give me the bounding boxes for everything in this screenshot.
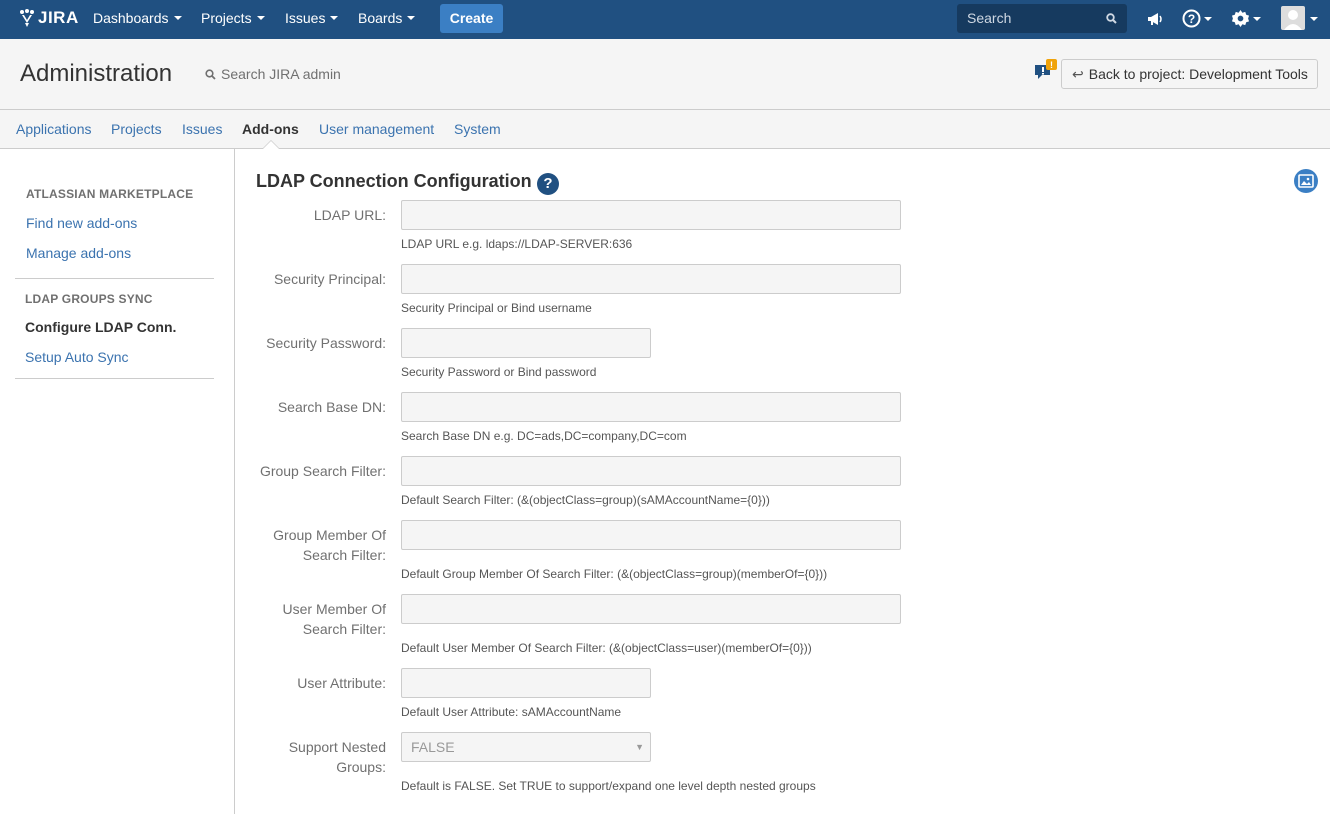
megaphone-icon[interactable] xyxy=(1146,10,1164,28)
group-search-filter-input[interactable] xyxy=(401,456,901,486)
chevron-down-icon xyxy=(256,16,265,21)
back-to-project-button[interactable]: ↩ Back to project: Development Tools xyxy=(1061,59,1318,89)
group-member-of-label-line2: Search Filter: xyxy=(302,547,386,563)
ldap-url-input[interactable] xyxy=(401,200,901,230)
nav-dashboards[interactable]: Dashboards xyxy=(93,0,182,39)
nav-issues[interactable]: Issues xyxy=(285,0,339,39)
admin-header: Administration Search JIRA admin ! ↩ Back… xyxy=(0,39,1330,110)
nav-projects[interactable]: Projects xyxy=(201,0,265,39)
security-password-description: Security Password or Bind password xyxy=(401,365,597,379)
ldap-config-title: LDAP Connection Configuration xyxy=(256,171,532,191)
user-member-of-search-filter-label: User Member Of Search Filter: xyxy=(256,599,386,639)
chevron-down-icon xyxy=(330,16,339,21)
gear-icon xyxy=(1231,9,1250,28)
group-member-of-search-filter-label: Group Member Of Search Filter: xyxy=(256,525,386,565)
page-title: Administration xyxy=(20,60,173,87)
help-icon[interactable]: ? xyxy=(537,173,559,195)
tab-issues[interactable]: Issues xyxy=(182,121,222,137)
user-member-of-label-line2: Search Filter: xyxy=(302,621,386,637)
sidebar-item-find-new-add-ons[interactable]: Find new add-ons xyxy=(26,215,137,231)
jira-logo[interactable]: JIRA xyxy=(18,8,79,28)
sidebar: ATLASSIAN MARKETPLACE Find new add-ons M… xyxy=(0,149,235,814)
security-principal-label: Security Principal: xyxy=(273,271,386,287)
logo-text: JIRA xyxy=(38,8,79,27)
back-arrow-icon: ↩ xyxy=(1072,66,1084,82)
support-nested-groups-description: Default is FALSE. Set TRUE to support/ex… xyxy=(401,779,816,793)
search-base-dn-description: Search Base DN e.g. DC=ads,DC=company,DC… xyxy=(401,429,687,443)
support-nested-label-line2: Groups: xyxy=(336,759,386,775)
tab-system[interactable]: System xyxy=(454,121,501,137)
security-password-label: Security Password: xyxy=(266,335,386,351)
back-to-project-label: Back to project: Development Tools xyxy=(1088,66,1308,82)
admin-search-label: Search JIRA admin xyxy=(221,66,341,82)
user-attribute-description: Default User Attribute: sAMAccountName xyxy=(401,705,622,719)
sidebar-item-manage-add-ons[interactable]: Manage add-ons xyxy=(26,245,131,261)
jira-logo-icon xyxy=(20,9,34,27)
chevron-down-icon xyxy=(1253,17,1261,21)
security-principal-description: Security Principal or Bind username xyxy=(401,301,592,315)
group-member-of-label-line1: Group Member Of xyxy=(273,527,386,543)
sidebar-item-setup-auto-sync[interactable]: Setup Auto Sync xyxy=(25,349,129,365)
sidebar-heading-ldap-groups-sync: LDAP GROUPS SYNC xyxy=(25,292,153,306)
search-base-dn-input[interactable] xyxy=(401,392,901,422)
avatar-icon xyxy=(1281,6,1305,30)
feedback-button[interactable]: ! xyxy=(1034,59,1058,86)
feedback-icon: ! xyxy=(1035,59,1057,79)
ldap-url-label: LDAP URL: xyxy=(313,207,386,223)
dropdown-icon: ▼ xyxy=(635,742,644,752)
help-menu[interactable]: ? xyxy=(1182,9,1212,31)
ldap-url-description: LDAP URL e.g. ldaps://LDAP-SERVER:636 xyxy=(401,237,633,251)
search-icon xyxy=(1106,13,1117,24)
support-nested-groups-select[interactable]: FALSE ▼ xyxy=(401,732,651,762)
feedback-badge: ! xyxy=(1050,60,1053,70)
nav-dashboards-label: Dashboards xyxy=(93,10,169,26)
chevron-down-icon xyxy=(1204,17,1212,21)
security-password-input[interactable] xyxy=(401,328,651,358)
group-member-of-search-filter-input[interactable] xyxy=(401,520,901,550)
tab-applications[interactable]: Applications xyxy=(16,121,92,137)
support-nested-label-line1: Support Nested xyxy=(288,739,386,755)
search-icon xyxy=(205,68,216,80)
chevron-down-icon xyxy=(407,16,416,21)
group-member-of-search-filter-description: Default Group Member Of Search Filter: (… xyxy=(401,567,828,581)
sidebar-divider xyxy=(15,378,214,379)
nav-issues-label: Issues xyxy=(285,10,326,26)
group-search-filter-description: Default Search Filter: (&(objectClass=gr… xyxy=(401,493,770,507)
support-nested-groups-label: Support Nested Groups: xyxy=(256,737,386,777)
admin-search-link[interactable]: Search JIRA admin xyxy=(205,66,341,82)
nav-boards[interactable]: Boards xyxy=(358,0,416,39)
search-input[interactable]: Search xyxy=(957,4,1127,33)
create-button[interactable]: Create xyxy=(440,4,503,33)
chevron-down-icon xyxy=(173,16,182,21)
group-search-filter-label: Group Search Filter: xyxy=(259,463,386,479)
top-navigation-bar: JIRA Dashboards Projects Issues Boards C… xyxy=(0,0,1330,39)
sidebar-item-configure-ldap-conn[interactable]: Configure LDAP Conn. xyxy=(25,319,176,335)
admin-tabs: Applications Projects Issues Add-ons Use… xyxy=(0,110,1330,149)
active-tab-pointer-fill xyxy=(263,141,279,149)
sidebar-heading-marketplace: ATLASSIAN MARKETPLACE xyxy=(26,187,194,201)
user-attribute-input[interactable] xyxy=(401,668,651,698)
tab-projects[interactable]: Projects xyxy=(111,121,162,137)
user-member-of-label-line1: User Member Of xyxy=(282,601,386,617)
tab-add-ons[interactable]: Add-ons xyxy=(242,121,299,137)
sidebar-divider xyxy=(15,278,214,279)
search-base-dn-label: Search Base DN: xyxy=(277,399,386,415)
user-member-of-search-filter-description: Default User Member Of Search Filter: (&… xyxy=(401,641,812,655)
user-attribute-label: User Attribute: xyxy=(297,675,386,691)
sidebar-toggle-icon xyxy=(1298,174,1314,188)
search-placeholder: Search xyxy=(967,10,1012,26)
svg-text:?: ? xyxy=(1188,12,1195,26)
settings-menu[interactable] xyxy=(1231,9,1261,31)
chevron-down-icon xyxy=(1310,17,1318,21)
security-principal-input[interactable] xyxy=(401,264,901,294)
help-circle-icon: ? xyxy=(1182,9,1201,28)
nav-projects-label: Projects xyxy=(201,10,252,26)
support-nested-groups-value: FALSE xyxy=(411,739,455,755)
nav-boards-label: Boards xyxy=(358,10,403,26)
user-menu[interactable] xyxy=(1281,6,1318,33)
tab-user-management[interactable]: User management xyxy=(319,121,434,137)
user-member-of-search-filter-input[interactable] xyxy=(401,594,901,624)
sidebar-toggle-button[interactable] xyxy=(1294,169,1318,193)
